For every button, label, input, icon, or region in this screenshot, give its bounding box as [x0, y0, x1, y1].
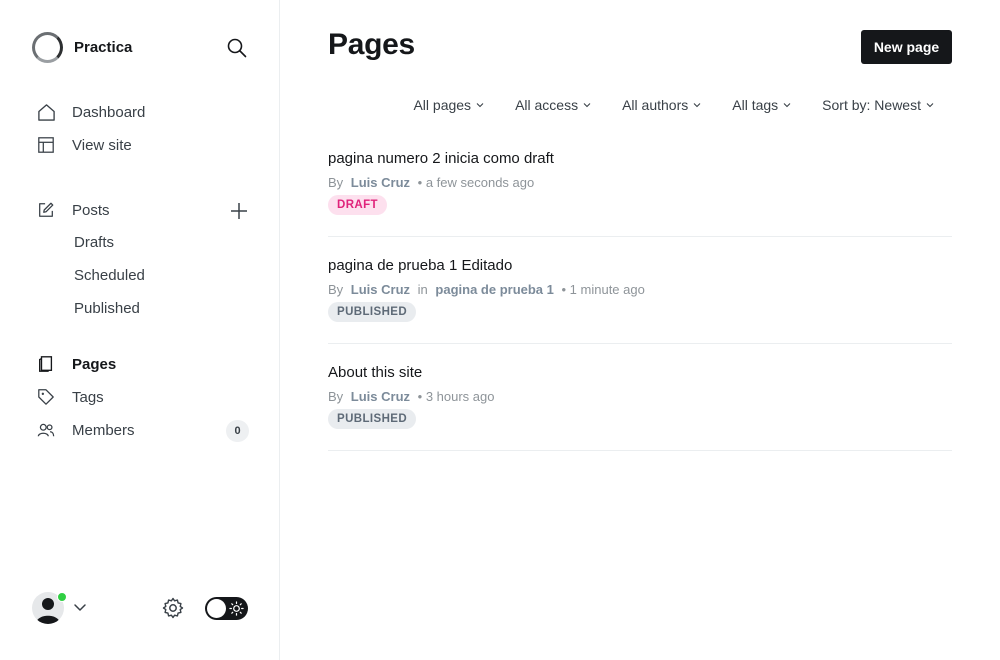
theme-toggle[interactable] [205, 597, 248, 620]
filter-access[interactable]: All access [515, 97, 591, 113]
chevron-down-icon [74, 604, 86, 611]
page-item-meta: By Luis Cruz in pagina de prueba 1 • 1 m… [328, 282, 645, 297]
list-item[interactable]: pagina numero 2 inicia como draft By Lui… [328, 130, 952, 237]
members-icon [36, 420, 56, 440]
tag-icon [36, 387, 56, 407]
sidebar-item-label: Posts [72, 201, 110, 219]
status-badge: PUBLISHED [328, 409, 417, 429]
sidebar-item-view-site[interactable]: View site [36, 133, 132, 157]
meta-parent: pagina de prueba 1 [435, 282, 554, 297]
page-icon [36, 354, 56, 374]
sidebar-item-scheduled[interactable]: Scheduled [74, 265, 145, 287]
chevron-down-icon [693, 103, 701, 108]
page-item-title[interactable]: About this site [328, 364, 422, 381]
search-icon [227, 38, 247, 58]
meta-time: • 1 minute ago [561, 282, 645, 297]
status-badge: PUBLISHED [328, 302, 417, 322]
list-item[interactable]: About this site By Luis Cruz • 3 hours a… [328, 344, 952, 451]
members-count-badge: 0 [226, 420, 249, 442]
filter-label: Sort by: Newest [822, 97, 921, 113]
sidebar: Practica Dashboard View site Posts Draft… [0, 0, 280, 660]
home-icon [36, 102, 56, 122]
chevron-down-icon [926, 103, 934, 108]
sidebar-item-pages[interactable]: Pages [36, 352, 116, 376]
filter-sort[interactable]: Sort by: Newest [822, 97, 934, 113]
sun-icon [229, 601, 244, 616]
sidebar-item-posts[interactable]: Posts [36, 198, 110, 222]
account-menu-button[interactable] [72, 600, 88, 616]
sidebar-item-label: Pages [72, 355, 117, 373]
page-item-meta: By Luis Cruz • 3 hours ago [328, 389, 494, 404]
list-item[interactable]: pagina de prueba 1 Editado By Luis Cruz … [328, 237, 952, 344]
site-logo-icon [32, 32, 63, 63]
meta-author: Luis Cruz [350, 389, 411, 404]
pages-list: pagina numero 2 inicia como draft By Lui… [328, 130, 952, 451]
filter-type[interactable]: All pages [413, 97, 484, 113]
sidebar-item-label: Dashboard [72, 103, 146, 121]
filter-label: All pages [413, 97, 472, 113]
meta-time: • 3 hours ago [417, 389, 495, 404]
meta-time: • a few seconds ago [417, 175, 535, 190]
filter-label: All access [515, 97, 579, 113]
view-site-icon [36, 135, 56, 155]
plus-icon [231, 203, 247, 219]
chevron-down-icon [783, 103, 791, 108]
meta-author: Luis Cruz [350, 175, 411, 190]
meta-by: By [328, 175, 344, 190]
gear-icon [162, 597, 184, 619]
online-status-indicator [57, 592, 67, 602]
sidebar-item-members[interactable]: Members [36, 418, 135, 442]
sidebar-item-label: Tags [72, 388, 104, 406]
page-item-title[interactable]: pagina de prueba 1 Editado [328, 257, 512, 274]
page-item-meta: By Luis Cruz • a few seconds ago [328, 175, 534, 190]
filter-label: All tags [732, 97, 779, 113]
meta-by: By [328, 282, 344, 297]
filter-authors[interactable]: All authors [622, 97, 701, 113]
brand[interactable]: Practica [32, 32, 132, 63]
settings-button[interactable] [161, 596, 185, 620]
sidebar-item-published[interactable]: Published [74, 298, 140, 320]
sidebar-item-label: View site [72, 136, 132, 154]
sidebar-item-label: Members [72, 421, 135, 439]
meta-author: Luis Cruz [350, 282, 411, 297]
edit-icon [36, 200, 56, 220]
meta-in: in [417, 282, 428, 297]
new-page-button[interactable]: New page [861, 30, 952, 64]
page-title: Pages [328, 28, 415, 61]
chevron-down-icon [476, 103, 484, 108]
toggle-knob [207, 599, 226, 618]
sidebar-item-tags[interactable]: Tags [36, 385, 104, 409]
filter-tags[interactable]: All tags [732, 97, 791, 113]
new-post-button[interactable] [228, 200, 250, 222]
brand-name: Practica [74, 39, 133, 56]
filter-bar: All pages All access All authors All tag… [413, 94, 934, 116]
page-item-title[interactable]: pagina numero 2 inicia como draft [328, 150, 554, 167]
meta-by: By [328, 389, 344, 404]
sidebar-item-dashboard[interactable]: Dashboard [36, 100, 145, 124]
sidebar-item-drafts[interactable]: Drafts [74, 232, 114, 254]
search-button[interactable] [226, 37, 248, 59]
status-badge: DRAFT [328, 195, 387, 215]
chevron-down-icon [583, 103, 591, 108]
filter-label: All authors [622, 97, 689, 113]
